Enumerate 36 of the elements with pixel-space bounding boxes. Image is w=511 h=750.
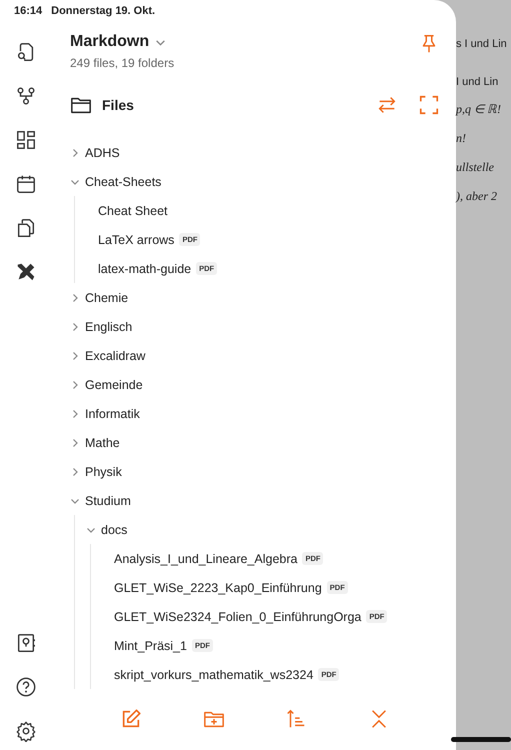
vault-name[interactable]: Markdown bbox=[70, 33, 150, 51]
calendar-icon[interactable] bbox=[15, 173, 37, 195]
handwritten-note: n! bbox=[456, 131, 466, 146]
document-heading: I und Lin bbox=[456, 76, 498, 88]
sort-icon[interactable] bbox=[285, 708, 308, 730]
vault-stats: 249 files, 19 folders bbox=[70, 56, 174, 70]
folder-row[interactable]: ADHS bbox=[70, 138, 440, 167]
pencil-ruler-icon[interactable] bbox=[15, 261, 37, 283]
dashboard-grid-icon[interactable] bbox=[15, 129, 37, 151]
settings-icon[interactable] bbox=[15, 720, 37, 742]
new-note-icon[interactable] bbox=[120, 708, 142, 730]
help-icon[interactable] bbox=[15, 676, 37, 698]
file-row[interactable]: Cheat Sheet bbox=[86, 196, 440, 225]
graph-nodes-icon[interactable] bbox=[15, 85, 37, 107]
copy-icon[interactable] bbox=[15, 217, 37, 239]
handwritten-note: p,q ∈ ℝ! bbox=[456, 102, 501, 117]
status-time: 16:14 bbox=[14, 5, 42, 19]
folder-row[interactable]: Cheat-Sheets bbox=[70, 167, 440, 196]
folder-row[interactable]: docs bbox=[86, 515, 440, 544]
section-title: Files bbox=[102, 97, 134, 113]
folder-row[interactable]: Englisch bbox=[70, 312, 440, 341]
folder-row[interactable]: Chemie bbox=[70, 283, 440, 312]
document-tab-title: s I und Lin bbox=[456, 38, 507, 50]
handwritten-note: ullstelle bbox=[456, 160, 494, 175]
folder-row[interactable]: Gemeinde bbox=[70, 370, 440, 399]
folder-row[interactable]: Mathe bbox=[70, 428, 440, 457]
folder-row[interactable]: Informatik bbox=[70, 399, 440, 428]
folder-row[interactable]: Excalidraw bbox=[70, 341, 440, 370]
swap-arrows-icon[interactable] bbox=[376, 94, 398, 116]
status-date: Donnerstag 19. Okt. bbox=[51, 5, 156, 19]
folder-row[interactable]: Physik bbox=[70, 457, 440, 486]
home-indicator bbox=[451, 737, 511, 742]
handwritten-note: ), aber 2 bbox=[456, 189, 497, 204]
vault-icon[interactable] bbox=[15, 632, 37, 654]
folder-row[interactable]: Studium bbox=[70, 486, 440, 515]
fullscreen-icon[interactable] bbox=[418, 94, 440, 116]
